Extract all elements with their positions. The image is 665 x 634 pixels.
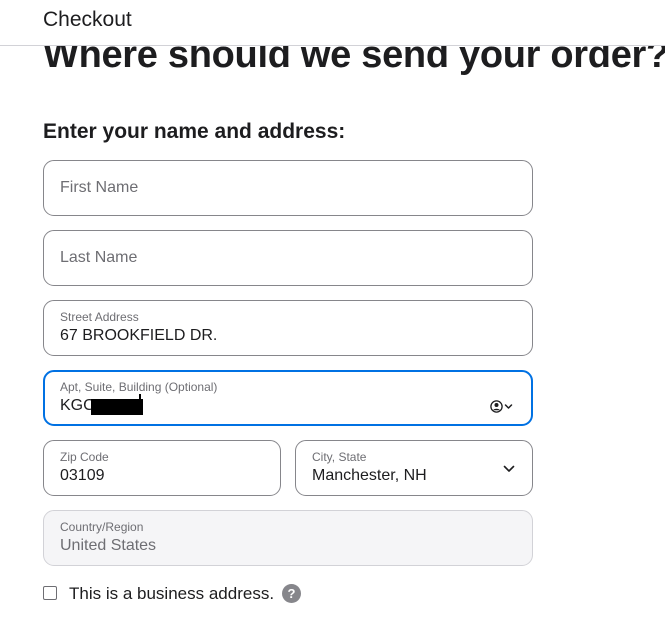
- country-region-field: Country/Region United States: [43, 510, 533, 566]
- first-name-field[interactable]: First Name: [43, 160, 533, 216]
- contact-autofill-icon[interactable]: [490, 399, 514, 413]
- business-address-label[interactable]: This is a business address.: [69, 584, 274, 604]
- apt-suite-field[interactable]: Apt, Suite, Building (Optional) KGC: [43, 370, 533, 426]
- first-name-placeholder: First Name: [60, 179, 139, 196]
- street-address-value: 67 BROOKFIELD DR.: [60, 327, 218, 344]
- question-mark-icon[interactable]: ?: [282, 584, 301, 603]
- apt-suite-value: KGC: [60, 397, 95, 414]
- zip-code-field[interactable]: Zip Code 03109: [43, 440, 281, 496]
- street-address-field[interactable]: Street Address 67 BROOKFIELD DR.: [43, 300, 533, 356]
- apt-suite-label: Apt, Suite, Building (Optional): [60, 380, 218, 394]
- zip-code-label: Zip Code: [60, 450, 109, 464]
- redaction-block: [91, 399, 143, 415]
- zip-code-value: 03109: [60, 467, 105, 484]
- country-region-label: Country/Region: [60, 520, 144, 534]
- city-state-value: Manchester, NH: [312, 467, 427, 484]
- checkout-header: Checkout: [0, 0, 665, 46]
- chevron-down-icon: [503, 465, 515, 472]
- last-name-placeholder: Last Name: [60, 249, 138, 266]
- last-name-field[interactable]: Last Name: [43, 230, 533, 286]
- city-state-select[interactable]: City, State Manchester, NH: [295, 440, 533, 496]
- business-address-checkbox[interactable]: [43, 586, 57, 600]
- text-cursor: [139, 394, 141, 413]
- country-region-value: United States: [60, 537, 157, 554]
- street-address-label: Street Address: [60, 310, 139, 324]
- section-heading: Enter your name and address:: [43, 120, 346, 143]
- header-title: Checkout: [43, 8, 132, 31]
- city-state-label: City, State: [312, 450, 367, 464]
